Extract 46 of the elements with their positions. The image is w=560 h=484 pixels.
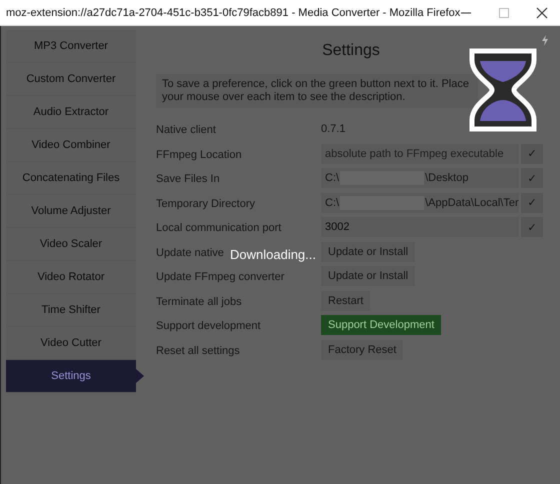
downloading-message: Downloading... (230, 247, 316, 262)
notice-text: To save a preference, click on the green button next to it. Place your mouse over each item to see the description. (156, 74, 478, 108)
path-end: \Desktop (425, 172, 468, 184)
setting-label: Save Files In (156, 173, 220, 186)
sidebar-item[interactable]: Video Scaler (6, 228, 136, 261)
action-button[interactable]: Factory Reset (321, 340, 404, 360)
setting-label: Update native (156, 246, 224, 259)
sidebar-item[interactable]: Video Rotator (6, 261, 136, 294)
path-end: \AppData\Local\Ter (425, 196, 519, 209)
sidebar-item[interactable]: MP3 Converter (6, 30, 136, 63)
action-button[interactable]: Update or Install (321, 266, 416, 286)
settings-title: Settings (321, 42, 381, 60)
sidebar-item[interactable]: Time Shifter (6, 294, 136, 327)
setting-label: Terminate all jobs (156, 296, 242, 308)
save-button[interactable]: ✓ (521, 192, 543, 213)
close-icon[interactable] (536, 6, 548, 18)
setting-label: Temporary Directory (156, 198, 256, 210)
input-field[interactable]: C:\ \Desktop (321, 168, 519, 188)
sidebar-item[interactable]: Concatenating Files (6, 162, 136, 195)
sidebar-item[interactable]: Settings (6, 360, 144, 393)
input-field[interactable]: C:\ \AppData\Local\Ter (321, 192, 519, 213)
sidebar-item[interactable]: Audio Extractor (6, 96, 136, 129)
path-start: C:\ (325, 172, 340, 184)
setting-label: Native client (156, 124, 216, 136)
sidebar-item[interactable]: Video Cutter (6, 327, 136, 360)
action-button[interactable]: Update or Install (321, 242, 416, 262)
save-button[interactable]: ✓ (521, 144, 543, 164)
sidebar-item[interactable]: Volume Adjuster (6, 195, 136, 228)
hourglass-icon (468, 48, 538, 132)
setting-label: Local communication port (156, 222, 282, 234)
action-button[interactable]: Support Development (321, 315, 442, 336)
window-title: moz-extension://a27dc71a-2704-451c-b351-0fc79facb891 - Media Converter - Mozilla Firefox (6, 6, 460, 18)
action-button[interactable]: Restart (321, 290, 370, 311)
setting-label: Reset all settings (156, 344, 240, 357)
sidebar-item[interactable]: Custom Converter (6, 63, 136, 96)
save-button[interactable]: ✓ (521, 217, 543, 238)
version-text: 0.7.1 (321, 123, 346, 136)
path-start: C:\ (325, 196, 340, 209)
setting-label: Update FFmpeg converter (156, 271, 284, 284)
setting-label: Support development (156, 320, 261, 332)
setting-label: FFmpeg Location (156, 148, 242, 161)
save-button[interactable]: ✓ (521, 168, 543, 188)
sidebar-item[interactable]: Video Combiner (6, 129, 136, 162)
bolt-icon[interactable] (541, 35, 549, 46)
input-field[interactable]: 3002 (321, 217, 519, 238)
input-field[interactable]: absolute path to FFmpeg executable (321, 144, 519, 164)
